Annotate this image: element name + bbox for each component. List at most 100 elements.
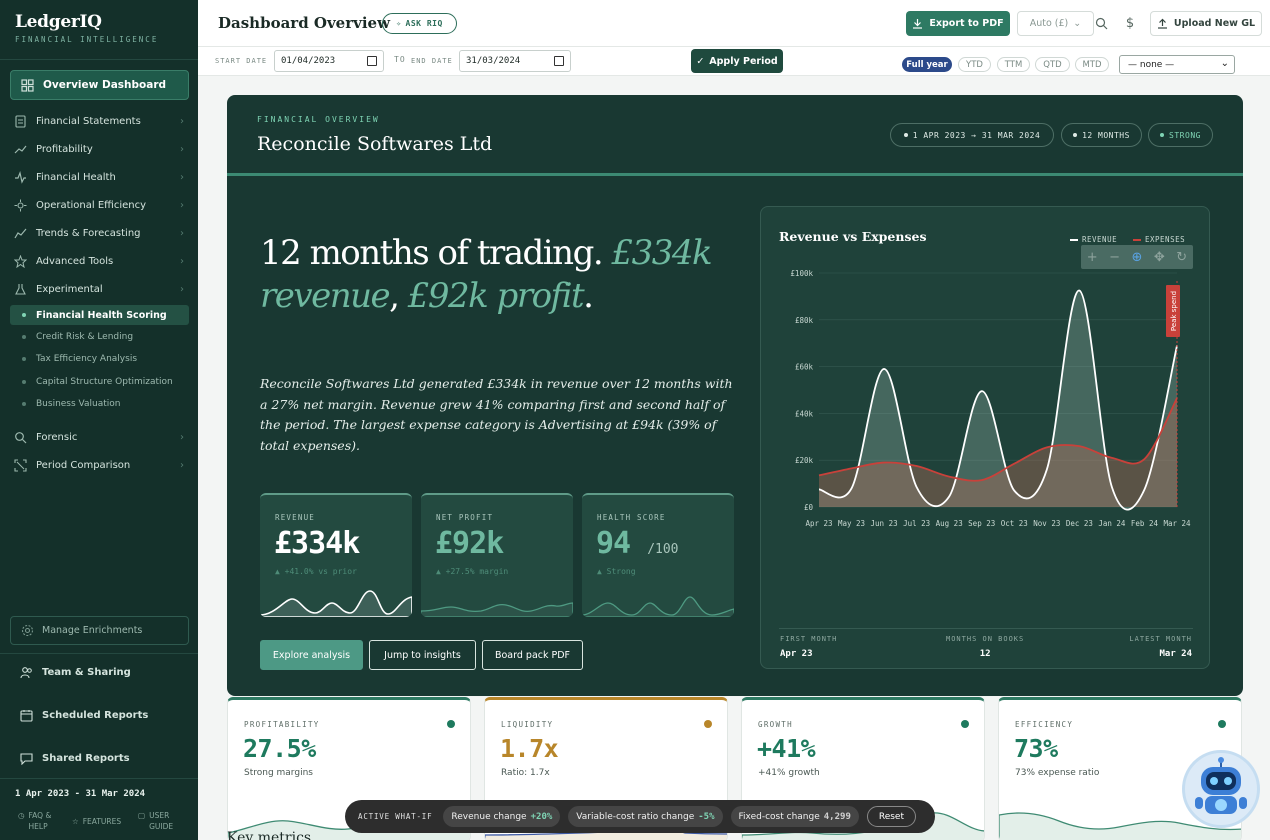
what-if-revenue-chip[interactable]: Revenue change +20% [443,806,561,827]
sidebar-subitem-business-valuation[interactable]: Business Valuation [22,395,120,413]
sidebar-subitem-label: Credit Risk & Lending [36,332,134,342]
period-mtd[interactable]: MTD [1075,57,1109,72]
sidebar-item-team-sharing[interactable]: Team & Sharing [20,662,190,682]
sidebar-item-advanced-tools[interactable]: Advanced Tools › [14,251,184,271]
sidebar-item-label: Shared Reports [42,752,130,764]
sidebar-subitem-financial-health-scoring[interactable]: Financial Health Scoring [10,305,189,325]
period-ttm[interactable]: TTM [997,57,1030,72]
user-guide-link[interactable]: ▢ USER GUIDE [138,810,173,832]
period-qtd[interactable]: QTD [1035,57,1070,72]
zoom-in-icon[interactable]: + [1087,250,1098,265]
sidebar-subitem-credit-risk[interactable]: Credit Risk & Lending [22,328,133,346]
end-date-label: END DATE [411,57,453,65]
brand-subtitle: FINANCIAL INTELLIGENCE [15,35,159,44]
legend-label: REVENUE [1082,235,1118,244]
start-date-input[interactable]: 01/04/2023 [274,50,384,72]
sidebar-item-profitability[interactable]: Profitability › [14,139,184,159]
sidebar-item-forensic[interactable]: Forensic › [14,427,184,447]
sidebar-item-financial-statements[interactable]: Financial Statements › [14,111,184,131]
sidebar-item-financial-health[interactable]: Financial Health › [14,167,184,187]
currency-value: Auto (£) [1029,18,1069,29]
chevron-right-icon: › [180,199,184,211]
upload-gl-button[interactable]: Upload New GL [1150,11,1262,36]
period-full-year[interactable]: Full year [902,57,952,72]
sidebar-item-experimental[interactable]: Experimental › [14,279,184,299]
search-button[interactable] [1092,14,1110,32]
pulse-icon [15,170,26,184]
period-ytd[interactable]: YTD [958,57,991,72]
status-dot [704,720,712,728]
chart-footer-divider [779,628,1193,629]
trend-up-icon [14,145,27,153]
ask-riq-button[interactable]: ✧ ASK RIQ [382,13,457,34]
bullet-icon [22,402,26,406]
x-tick-label: Oct 23 [1001,519,1028,528]
pan-icon[interactable]: ✥ [1154,250,1165,265]
apply-period-button[interactable]: ✓ Apply Period [691,49,783,73]
sidebar-subitem-tax-efficiency[interactable]: Tax Efficiency Analysis [22,350,137,368]
sidebar-subitem-capital-structure[interactable]: Capital Structure Optimization [22,373,173,391]
jump-to-insights-button[interactable]: Jump to insights [369,640,476,670]
sidebar: LedgerIQ FINANCIAL INTELLIGENCE Overview… [0,0,198,840]
sidebar-item-operational-efficiency[interactable]: Operational Efficiency › [14,195,184,215]
logo[interactable]: LedgerIQ FINANCIAL INTELLIGENCE [15,12,158,44]
currency-button[interactable]: $ [1121,14,1139,32]
headline-part: , [389,276,408,316]
legend-expenses[interactable]: EXPENSES [1133,235,1185,244]
manage-enrichments-button[interactable]: Manage Enrichments [10,616,189,645]
users-icon [20,666,32,678]
manage-enrichments-label: Manage Enrichments [42,625,143,636]
what-if-variable-cost-chip[interactable]: Variable-cost ratio change -5% [568,806,723,827]
sidebar-item-shared-reports[interactable]: Shared Reports [20,748,190,768]
chat-icon [20,752,33,765]
zoom-out-icon[interactable]: − [1109,250,1120,265]
export-pdf-button[interactable]: Export to PDF [906,11,1010,36]
bullet-icon [903,133,908,137]
sidebar-item-overview-dashboard[interactable]: Overview Dashboard [10,70,189,100]
comparison-select[interactable]: — none — ⌄ [1119,55,1235,74]
what-if-fixed-cost-chip[interactable]: Fixed-cost change 4,299 [730,806,859,827]
features-link[interactable]: ☆ FEATURES [72,816,121,827]
sidebar-item-label: Advanced Tools [36,255,114,267]
assistant-robot-button[interactable] [1182,750,1260,828]
kpi-value: £334k [274,526,360,561]
legend-revenue[interactable]: REVENUE [1070,235,1117,244]
sidebar-item-trends-forecasting[interactable]: Trends & Forecasting › [14,223,184,243]
metric-subtitle: +41% growth [758,768,820,778]
comparison-select-value: — none — [1128,59,1175,70]
y-tick-label: £40k [795,409,814,418]
star-icon: ☆ [72,817,79,826]
x-tick-label: Dec 23 [1066,519,1093,528]
explore-analysis-button[interactable]: Explore analysis [260,640,363,670]
kpi-note: ▲ Strong [597,567,636,576]
sparkle-icon: ✧ [396,19,402,28]
metric-value: 73% [1014,734,1058,763]
chart-footer-months-on-books: MONTHS ON BOOKS 12 [946,635,1024,659]
sidebar-item-period-comparison[interactable]: Period Comparison › [14,455,184,475]
export-pdf-label: Export to PDF [929,18,1004,29]
board-pack-pdf-button[interactable]: Board pack PDF [482,640,583,670]
chevron-right-icon: › [180,171,184,183]
faq-help-link[interactable]: ◷ FAQ & HELP [18,810,51,832]
reset-zoom-icon[interactable]: ↻ [1176,250,1187,265]
peak-annotation-label: Peak spend [1170,291,1178,331]
magnifier-icon [15,431,27,443]
sidebar-item-scheduled-reports[interactable]: Scheduled Reports [20,705,190,725]
end-date-input[interactable]: 31/03/2024 [459,50,571,72]
chip-label: Fixed-cost change [738,811,820,822]
flask-icon [15,283,26,295]
currency-select[interactable]: Auto (£) ⌄ [1017,11,1094,36]
zoom-select-icon[interactable]: ⊕ [1132,250,1143,265]
check-icon: ✓ [696,55,705,67]
chart-footer-first-month: FIRST MONTH Apr 23 [780,635,837,659]
kpi-revenue: REVENUE £334k ▲ +41.0% vs prior [260,493,412,617]
y-tick-label: £100k [790,269,813,278]
what-if-reset-button[interactable]: Reset [866,806,917,827]
sidebar-item-label: Overview Dashboard [43,79,167,91]
chart-title: Revenue vs Expenses [779,229,927,244]
x-tick-label: Feb 24 [1131,519,1159,528]
x-tick-label: Apr 23 [805,519,832,528]
metric-label: GROWTH [758,720,793,729]
x-tick-label: Nov 23 [1033,519,1060,528]
section-heading: Key metrics [227,830,312,840]
